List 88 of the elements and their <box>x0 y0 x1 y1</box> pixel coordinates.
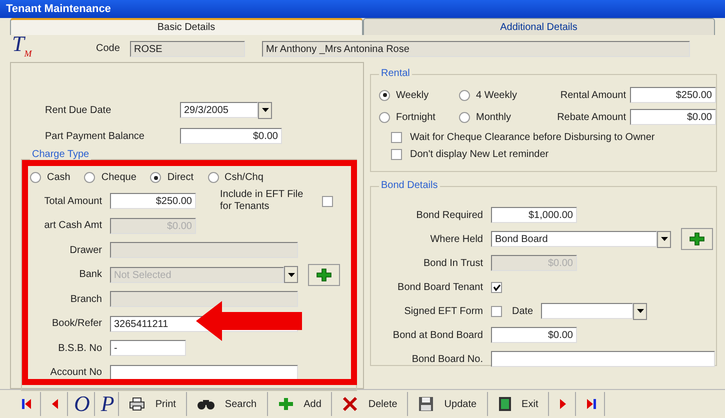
checkbox-label: Wait for Cheque Clearance before Disbursing to Owner <box>410 132 655 143</box>
skip-back-icon <box>22 398 32 410</box>
checkbox[interactable] <box>491 306 502 316</box>
checkbox[interactable] <box>491 282 502 292</box>
input-field[interactable] <box>491 351 715 367</box>
input-field[interactable]: $1,000.00 <box>491 207 577 223</box>
field-label: Bond Board Tenant <box>396 282 483 292</box>
group-label: Rental <box>379 68 412 79</box>
skip-forward-icon <box>586 398 596 410</box>
plus-icon <box>316 268 332 282</box>
plus-icon <box>689 232 705 246</box>
input-field[interactable]: $0.00 <box>630 109 716 125</box>
field-label: Rental Amount <box>559 90 627 100</box>
radio-label: Fortnight <box>396 112 436 122</box>
window-title: Tenant Maintenance <box>0 0 725 18</box>
radio-label: Monthly <box>476 112 512 122</box>
checkbox[interactable] <box>391 149 402 160</box>
field-label: B.S.B. No <box>57 342 102 354</box>
field-label: Date <box>512 306 534 316</box>
radio-button[interactable] <box>379 90 390 100</box>
input-field[interactable]: $250.00 <box>630 87 716 103</box>
field-label: Where Held <box>429 234 483 244</box>
radio-label: 4 Weekly <box>476 90 517 100</box>
caret-icon <box>636 309 644 313</box>
field-label: Book/Refer <box>50 318 102 330</box>
triangle-left-icon <box>51 398 59 410</box>
field-label: Total Amount <box>43 196 102 207</box>
input-field[interactable] <box>110 364 298 381</box>
radio-button[interactable] <box>208 172 219 183</box>
field-label: Bond Required <box>415 210 483 220</box>
input-field[interactable]: $250.00 <box>110 193 196 210</box>
dropdown-field[interactable]: Bond Board <box>491 231 657 247</box>
door-icon <box>498 396 512 412</box>
caret-icon <box>660 237 668 241</box>
caret-icon <box>288 272 294 277</box>
radio-button[interactable] <box>459 112 470 122</box>
radio-label: Csh/Chq <box>224 172 264 183</box>
field-label: Bank <box>78 269 102 280</box>
tab[interactable]: Basic Details <box>10 18 362 35</box>
input-field[interactable]: $0.00 <box>180 128 282 144</box>
field-label: Signed EFT Form <box>403 306 483 316</box>
field-label: Rebate Amount <box>556 112 627 122</box>
radio-button[interactable] <box>459 90 470 100</box>
field-label: Rent Due Date <box>45 104 112 116</box>
dropdown-field[interactable] <box>541 303 634 319</box>
field-label: art Cash Amt <box>43 220 102 232</box>
radio-label: Cheque <box>101 172 136 183</box>
input-field[interactable]: ROSE <box>130 40 245 56</box>
radio-label: Cash <box>47 172 70 183</box>
group-label: Bond Details <box>379 180 440 191</box>
caret-icon <box>262 108 268 112</box>
radio-button[interactable] <box>379 112 390 122</box>
check-icon <box>492 284 500 290</box>
dropdown-button[interactable] <box>284 266 298 284</box>
dropdown-button[interactable] <box>258 102 272 118</box>
radio-label: Weekly <box>396 90 429 100</box>
dropdown-button[interactable] <box>657 230 671 248</box>
checkbox-label: Don't display New Let reminder <box>410 149 549 160</box>
field-label: Bond In Trust <box>422 258 483 268</box>
arrow-icon <box>196 301 302 341</box>
checkbox[interactable] <box>391 132 402 143</box>
field-label: Account No <box>49 367 102 378</box>
add-button[interactable] <box>681 228 713 250</box>
radio-button[interactable] <box>30 172 41 183</box>
radio-label: Direct <box>167 172 194 183</box>
field-label: Part Payment Balance <box>45 130 146 142</box>
tab[interactable]: Additional Details <box>362 18 715 35</box>
input-field[interactable]: Mr Anthony _Mrs Antonina Rose <box>262 40 690 56</box>
dropdown-button[interactable] <box>633 302 648 320</box>
triangle-right-icon <box>559 398 568 410</box>
checkbox[interactable] <box>322 196 333 207</box>
field-label: Drawer <box>68 244 102 256</box>
printer-icon <box>129 397 146 411</box>
plus-icon <box>278 397 294 411</box>
field-label: Code <box>96 43 121 54</box>
checkbox-label: Include in EFT File for Tenants <box>220 189 304 214</box>
field-label: Bond Board No. <box>410 354 483 364</box>
field-label: Bond at Bond Board <box>392 330 483 340</box>
dropdown-field[interactable]: 29/3/2005 <box>180 102 258 118</box>
input-field[interactable]: $0.00 <box>491 327 577 343</box>
cross-icon <box>342 396 358 412</box>
binoculars-icon <box>196 398 215 410</box>
input-field[interactable]: - <box>110 340 186 356</box>
field-label: Branch <box>69 294 102 305</box>
logo: T$_{M}$ <box>12 32 33 60</box>
radio-button[interactable] <box>84 172 96 183</box>
group-label: Charge Type <box>30 149 92 160</box>
radio-button[interactable] <box>150 172 162 183</box>
